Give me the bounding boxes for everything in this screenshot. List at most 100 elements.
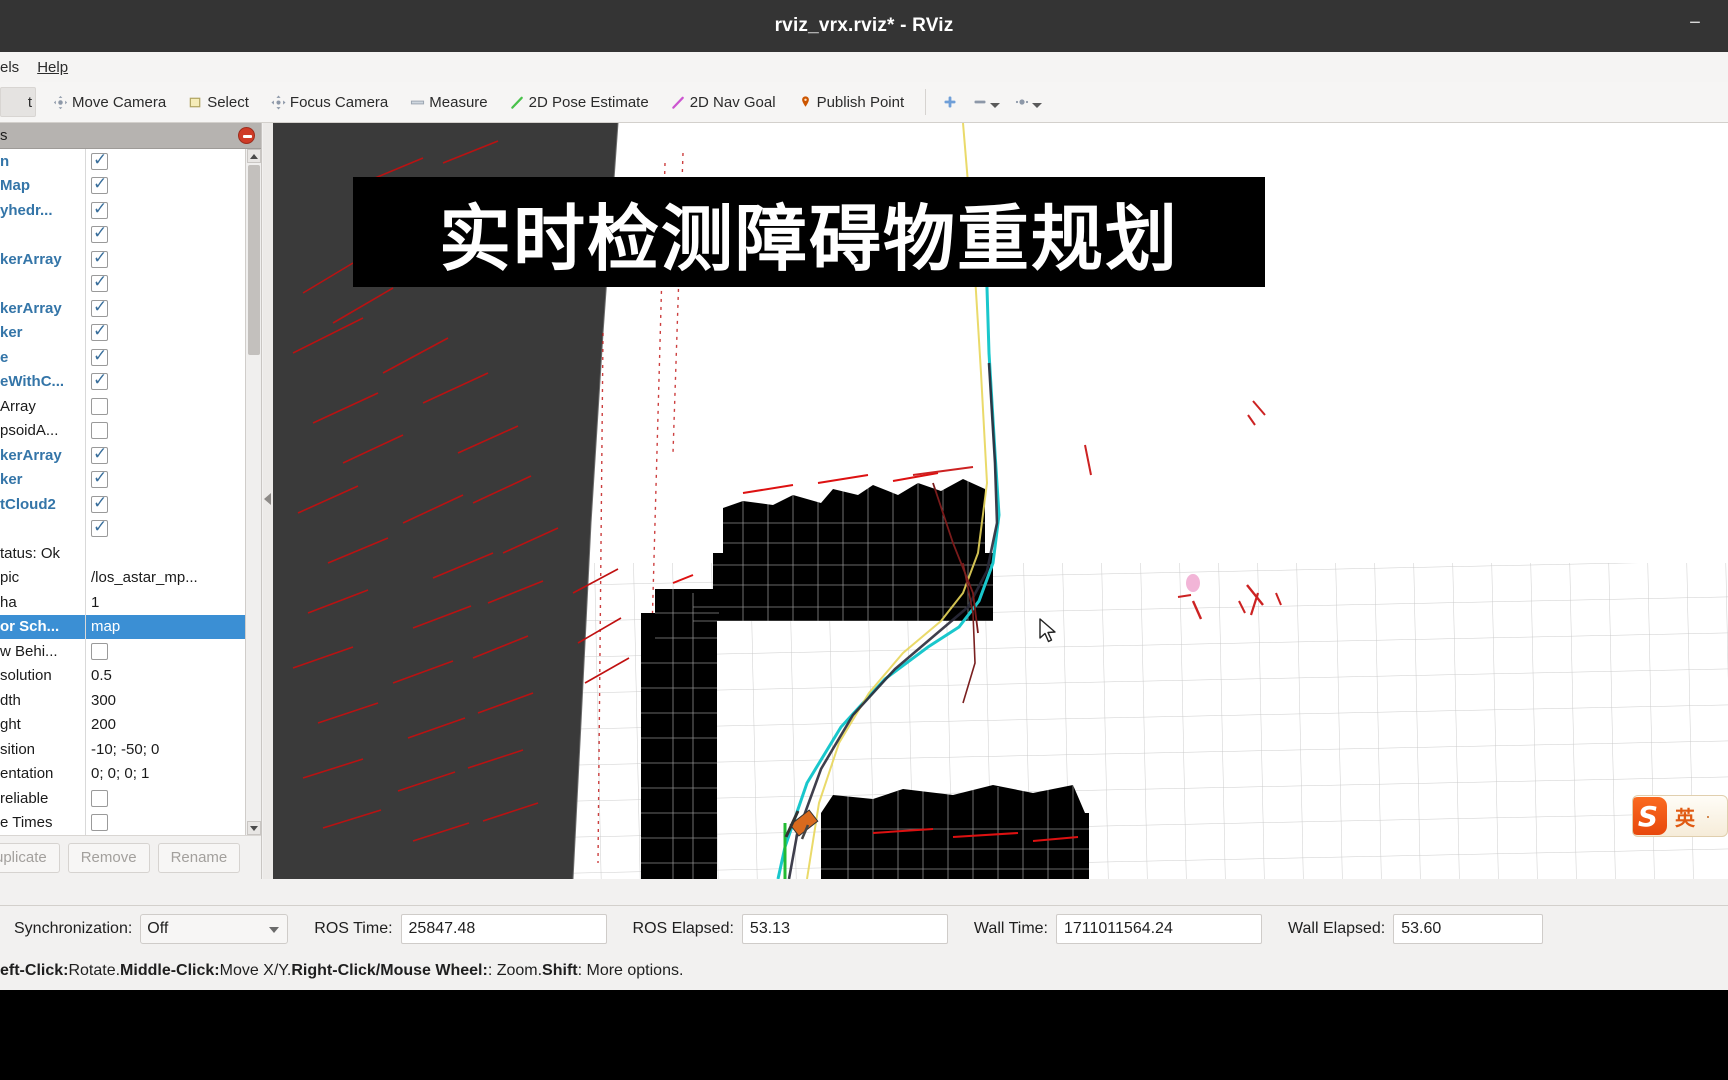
tree-item-checkbox[interactable] bbox=[91, 789, 108, 807]
panel-close-icon[interactable] bbox=[238, 127, 255, 144]
tree-item-name[interactable]: ker bbox=[0, 468, 85, 493]
tree-item-checkbox[interactable] bbox=[91, 493, 108, 513]
tool-properties-caret-icon[interactable] bbox=[1032, 103, 1043, 108]
tree-item-name[interactable] bbox=[0, 272, 85, 297]
tree-item-checkbox[interactable] bbox=[91, 468, 108, 489]
tree-item-value[interactable] bbox=[86, 370, 245, 395]
tree-item-name[interactable]: Map bbox=[0, 174, 85, 199]
collapse-panel-arrow-icon[interactable] bbox=[264, 493, 271, 505]
tree-item-value[interactable] bbox=[86, 517, 245, 542]
tree-item-checkbox[interactable] bbox=[91, 517, 108, 538]
tree-item-value[interactable] bbox=[86, 811, 245, 836]
duplicate-button[interactable]: uplicate bbox=[0, 842, 60, 873]
tree-item-name[interactable]: kerArray bbox=[0, 247, 85, 272]
wall-time-field[interactable]: 1711011564.24 bbox=[1056, 914, 1262, 944]
tree-item-name[interactable]: ha bbox=[0, 590, 85, 615]
tool-interact-clipped[interactable]: t bbox=[0, 87, 36, 117]
tree-item-checkbox[interactable] bbox=[91, 444, 108, 464]
tree-item-value[interactable] bbox=[86, 296, 245, 321]
tool-properties[interactable] bbox=[1008, 91, 1048, 113]
menu-help[interactable]: Help bbox=[28, 56, 77, 79]
tree-item-name[interactable]: kerArray bbox=[0, 443, 85, 468]
tree-item-name[interactable]: psoidA... bbox=[0, 419, 85, 444]
tree-item-name[interactable]: Array bbox=[0, 394, 85, 419]
tree-item-value[interactable]: 200 bbox=[86, 713, 245, 738]
tree-item-name[interactable]: eWithC... bbox=[0, 370, 85, 395]
tree-item-checkbox[interactable] bbox=[91, 199, 108, 219]
tree-item-name[interactable]: entation bbox=[0, 762, 85, 787]
displays-tree[interactable]: n Map yhedr... kerArray kerArray ker e eWithC..… bbox=[0, 149, 261, 835]
tree-item-name[interactable]: reliable bbox=[0, 786, 85, 811]
tree-item-name[interactable]: ght bbox=[0, 713, 85, 738]
tree-item-name[interactable]: kerArray bbox=[0, 296, 85, 321]
tree-item-value[interactable] bbox=[86, 639, 245, 664]
ros-elapsed-field[interactable]: 53.13 bbox=[741, 914, 948, 944]
tool-remove[interactable] bbox=[966, 91, 1006, 113]
tree-item-name[interactable]: sition bbox=[0, 737, 85, 762]
tree-item-checkbox[interactable] bbox=[91, 370, 108, 391]
tree-item-checkbox[interactable] bbox=[91, 397, 108, 415]
tree-item-checkbox[interactable] bbox=[91, 346, 108, 366]
tool-2d-nav-goal[interactable]: 2D Nav Goal bbox=[660, 90, 787, 115]
tree-item-checkbox[interactable] bbox=[91, 814, 108, 832]
tree-item-name[interactable] bbox=[0, 223, 85, 248]
tree-item-value[interactable] bbox=[86, 394, 245, 419]
tree-item-checkbox[interactable] bbox=[91, 297, 108, 317]
tree-item-name[interactable]: ker bbox=[0, 321, 85, 346]
tree-item-value[interactable] bbox=[86, 541, 245, 566]
tree-item-name[interactable]: pic bbox=[0, 566, 85, 591]
tool-select[interactable]: Select bbox=[177, 90, 260, 115]
tool-publish-point[interactable]: Publish Point bbox=[787, 90, 916, 115]
tree-item-value[interactable]: -10; -50; 0 bbox=[86, 737, 245, 762]
tree-item-checkbox[interactable] bbox=[91, 422, 108, 440]
remove-button[interactable]: Remove bbox=[67, 842, 150, 873]
tree-item-value[interactable]: 300 bbox=[86, 688, 245, 713]
tree-item-checkbox[interactable] bbox=[91, 174, 108, 195]
tree-item-name[interactable]: n bbox=[0, 149, 85, 174]
tree-item-value[interactable] bbox=[86, 786, 245, 811]
tool-2d-pose-estimate[interactable]: 2D Pose Estimate bbox=[499, 90, 660, 115]
tree-item-name[interactable]: yhedr... bbox=[0, 198, 85, 223]
tree-item-checkbox[interactable] bbox=[91, 248, 108, 268]
sogou-ime-badge[interactable]: S 英 · bbox=[1632, 795, 1728, 837]
menu-panels[interactable]: els bbox=[0, 56, 28, 79]
tool-focus-camera[interactable]: Focus Camera bbox=[260, 90, 399, 115]
tree-item-value[interactable]: 0; 0; 0; 1 bbox=[86, 762, 245, 787]
tree-item-value[interactable] bbox=[86, 272, 245, 297]
tree-item-checkbox[interactable] bbox=[91, 642, 108, 660]
tree-item-checkbox[interactable] bbox=[91, 272, 108, 293]
tree-item-value[interactable]: /los_astar_mp... bbox=[86, 566, 245, 591]
tree-item-name[interactable]: e bbox=[0, 345, 85, 370]
displays-tree-scrollbar[interactable] bbox=[245, 149, 261, 835]
scrollbar-thumb[interactable] bbox=[248, 165, 260, 355]
tree-item-value[interactable] bbox=[86, 174, 245, 199]
panel-splitter[interactable] bbox=[263, 123, 273, 879]
window-minimize-button[interactable]: − bbox=[1684, 13, 1706, 36]
tree-item-value[interactable] bbox=[86, 223, 245, 248]
tree-item-name[interactable]: tatus: Ok bbox=[0, 541, 85, 566]
tool-add[interactable] bbox=[936, 91, 964, 113]
tree-item-value[interactable] bbox=[86, 345, 245, 370]
tree-item-name[interactable]: w Behi... bbox=[0, 639, 85, 664]
tree-item-checkbox[interactable] bbox=[91, 223, 108, 244]
sync-select[interactable]: Off bbox=[140, 914, 289, 944]
tree-item-value[interactable] bbox=[86, 149, 245, 174]
tree-item-value[interactable] bbox=[86, 468, 245, 493]
tree-item-name[interactable]: or Sch... bbox=[0, 614, 85, 639]
tree-item-value[interactable] bbox=[86, 198, 245, 223]
scroll-up-icon[interactable] bbox=[247, 149, 261, 163]
wall-elapsed-field[interactable]: 53.60 bbox=[1393, 914, 1544, 944]
tree-item-value[interactable] bbox=[86, 492, 245, 517]
tree-item-checkbox[interactable] bbox=[91, 321, 108, 342]
tree-item-name[interactable]: dth bbox=[0, 688, 85, 713]
ime-mode-label[interactable]: 英 bbox=[1675, 802, 1695, 831]
tool-move-camera[interactable]: Move Camera bbox=[42, 90, 177, 115]
tree-item-value[interactable] bbox=[86, 443, 245, 468]
tree-item-value[interactable] bbox=[86, 419, 245, 444]
tree-item-name[interactable]: tCloud2 bbox=[0, 492, 85, 517]
tool-remove-caret-icon[interactable] bbox=[990, 103, 1001, 108]
tool-measure[interactable]: Measure bbox=[399, 90, 498, 115]
tree-item-name[interactable]: e Times bbox=[0, 811, 85, 836]
tree-item-name[interactable]: solution bbox=[0, 664, 85, 689]
tree-item-name[interactable] bbox=[0, 517, 85, 542]
